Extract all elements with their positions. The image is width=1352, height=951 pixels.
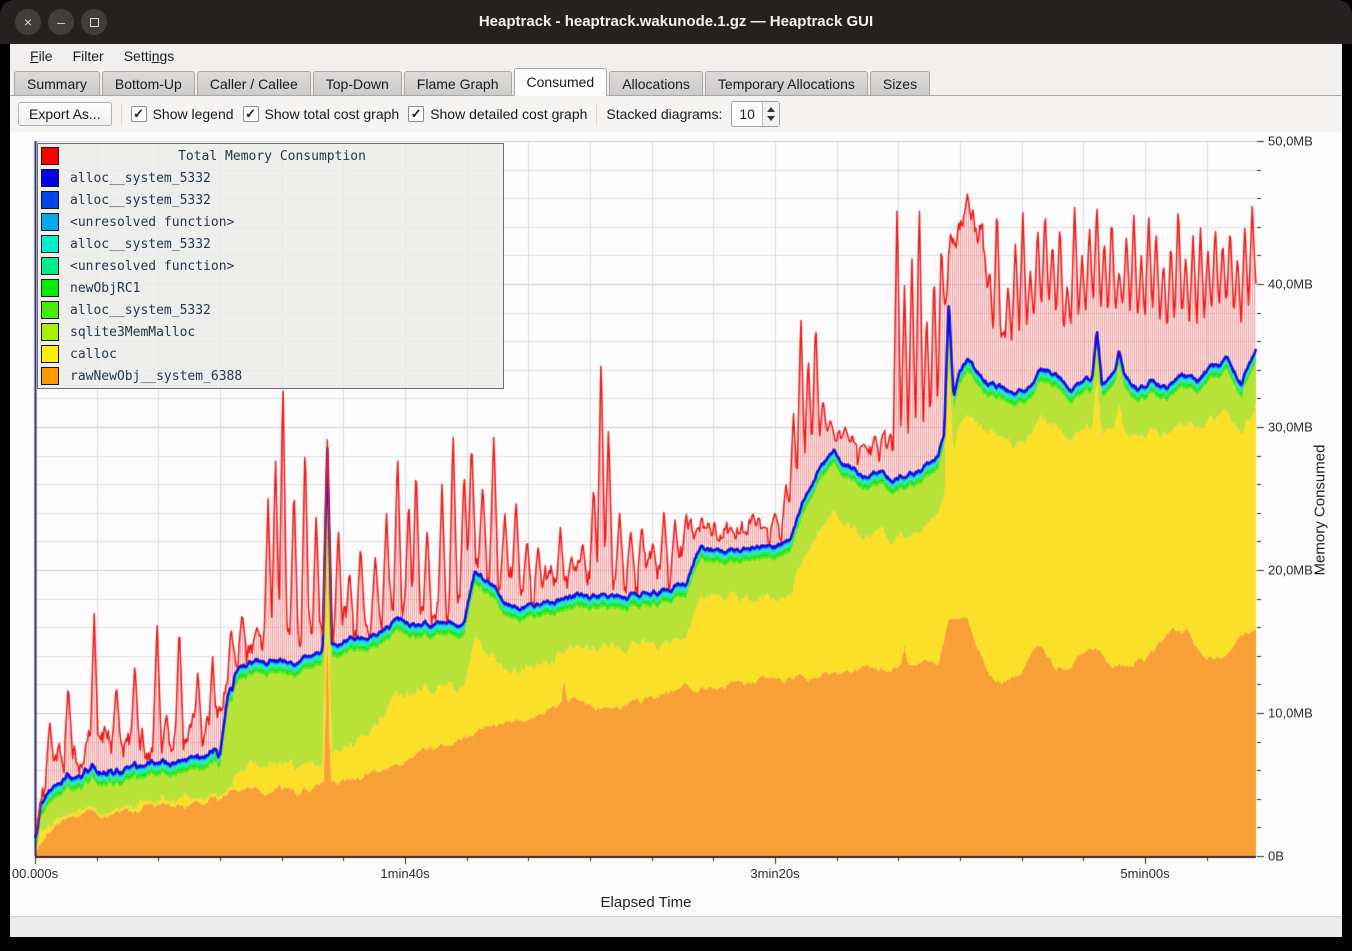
minimize-icon: – <box>57 14 65 30</box>
tab-consumed[interactable]: Consumed <box>514 68 608 96</box>
legend-swatch-icon <box>41 323 59 341</box>
x-tick-label: 00.000s <box>12 866 58 881</box>
legend-label: alloc__system_5332 <box>70 193 211 208</box>
legend-swatch-icon <box>41 257 59 275</box>
window: × – Heaptrack - heaptrack.wakunode.1.gz … <box>0 0 1352 951</box>
x-axis-title: Elapsed Time <box>601 894 692 911</box>
spin-down-icon[interactable] <box>767 116 775 121</box>
legend-swatch-icon <box>41 235 59 253</box>
legend-entry-6: alloc__system_5332 <box>38 299 503 321</box>
window-controls: × – <box>15 9 107 35</box>
toolbar-separator <box>596 103 597 125</box>
tab-allocations[interactable]: Allocations <box>609 71 703 95</box>
checkbox-label: Show legend <box>153 106 234 122</box>
legend-swatch-icon <box>41 213 59 231</box>
y-tick-label: 40,0MB <box>1268 277 1313 292</box>
legend-entry-0: alloc__system_5332 <box>38 167 503 189</box>
close-icon: × <box>24 14 32 30</box>
y-tick-label: 30,0MB <box>1268 420 1313 435</box>
legend-label: sqlite3MemMalloc <box>70 325 195 340</box>
maximize-icon <box>90 18 99 27</box>
legend-swatch-icon <box>41 367 59 385</box>
window-titlebar[interactable]: × – Heaptrack - heaptrack.wakunode.1.gz … <box>0 0 1352 44</box>
tab-flame-graph[interactable]: Flame Graph <box>404 71 512 95</box>
y-tick-label: 0B <box>1268 849 1284 864</box>
status-bar <box>10 916 1342 937</box>
legend-label: rawNewObj__system_6388 <box>70 369 242 384</box>
x-tick-label: 1min40s <box>380 866 429 881</box>
legend-label: alloc__system_5332 <box>70 171 211 186</box>
spin-up-icon[interactable] <box>767 107 775 112</box>
legend-label: <unresolved function> <box>70 215 234 230</box>
legend-swatch-icon <box>41 301 59 319</box>
close-button[interactable]: × <box>15 9 41 35</box>
toolbar: Export As... ✓ Show legend ✓ Show total cos… <box>10 96 1342 132</box>
legend-entry-2: <unresolved function> <box>38 211 503 233</box>
legend-entry-8: calloc <box>38 343 503 365</box>
legend-entry-7: sqlite3MemMalloc <box>38 321 503 343</box>
window-content: FileFilterSettings SummaryBottom-UpCalle… <box>10 44 1342 937</box>
legend-swatch-icon <box>41 345 59 363</box>
checkbox-show-total-cost-graph[interactable]: ✓ Show total cost graph <box>243 106 400 122</box>
legend-label: alloc__system_5332 <box>70 237 211 252</box>
menu-item-settings[interactable]: Settings <box>114 44 185 68</box>
maximize-button[interactable] <box>81 9 107 35</box>
toolbar-separator <box>121 103 122 125</box>
chart-legend: Total Memory Consumption alloc__system_53… <box>37 143 504 389</box>
legend-entry-4: <unresolved function> <box>38 255 503 277</box>
checkmark-icon: ✓ <box>243 106 259 122</box>
menu-item-filter[interactable]: Filter <box>63 44 114 68</box>
tab-top-down[interactable]: Top-Down <box>313 71 402 95</box>
y-tick-label: 10,0MB <box>1268 706 1313 721</box>
checkbox-show-legend[interactable]: ✓ Show legend <box>131 106 234 122</box>
legend-swatch-icon <box>41 147 59 165</box>
legend-label: Total Memory Consumption <box>70 149 474 164</box>
legend-label: <unresolved function> <box>70 259 234 274</box>
y-tick-label: 50,0MB <box>1268 134 1313 149</box>
legend-entry-1: alloc__system_5332 <box>38 189 503 211</box>
checkmark-icon: ✓ <box>131 106 147 122</box>
checkbox-label: Show detailed cost graph <box>430 106 587 122</box>
legend-swatch-icon <box>41 169 59 187</box>
minimize-button[interactable]: – <box>48 9 74 35</box>
legend-title-row: Total Memory Consumption <box>38 145 503 167</box>
checkbox-label: Show total cost graph <box>265 106 400 122</box>
tab-caller-callee[interactable]: Caller / Callee <box>197 71 311 95</box>
legend-label: alloc__system_5332 <box>70 303 211 318</box>
x-tick-label: 5min00s <box>1120 866 1169 881</box>
window-title: Heaptrack - heaptrack.wakunode.1.gz — He… <box>0 0 1352 44</box>
tab-bottom-up[interactable]: Bottom-Up <box>102 71 195 95</box>
legend-entry-3: alloc__system_5332 <box>38 233 503 255</box>
legend-entry-5: newObjRC1 <box>38 277 503 299</box>
menu-item-file[interactable]: File <box>20 44 63 68</box>
export-as-button[interactable]: Export As... <box>18 102 112 126</box>
checkbox-show-detailed-cost-graph[interactable]: ✓ Show detailed cost graph <box>408 106 587 122</box>
legend-label: calloc <box>70 347 117 362</box>
stacked-diagrams-spinbox[interactable]: 10 <box>731 101 780 127</box>
toolbar-checkboxes: ✓ Show legend ✓ Show total cost graph ✓ Show … <box>131 106 588 122</box>
y-tick-label: 20,0MB <box>1268 563 1313 578</box>
legend-swatch-icon <box>41 191 59 209</box>
tab-bar: SummaryBottom-UpCaller / CalleeTop-DownF… <box>10 68 1342 96</box>
x-tick-label: 3min20s <box>750 866 799 881</box>
tab-temporary-allocations[interactable]: Temporary Allocations <box>705 71 868 95</box>
legend-label: newObjRC1 <box>70 281 140 296</box>
menu-bar: FileFilterSettings <box>10 44 1342 68</box>
checkmark-icon: ✓ <box>408 106 424 122</box>
legend-entry-9: rawNewObj__system_6388 <box>38 365 503 387</box>
tab-sizes[interactable]: Sizes <box>870 71 930 95</box>
legend-swatch-icon <box>41 279 59 297</box>
stacked-diagrams-value: 10 <box>732 102 762 126</box>
tab-summary[interactable]: Summary <box>14 71 100 95</box>
memory-chart-panel: Total Memory Consumption alloc__system_53… <box>10 132 1342 916</box>
stacked-diagrams-label: Stacked diagrams: <box>606 106 722 122</box>
y-axis-title: Memory Consumed <box>1312 445 1329 576</box>
